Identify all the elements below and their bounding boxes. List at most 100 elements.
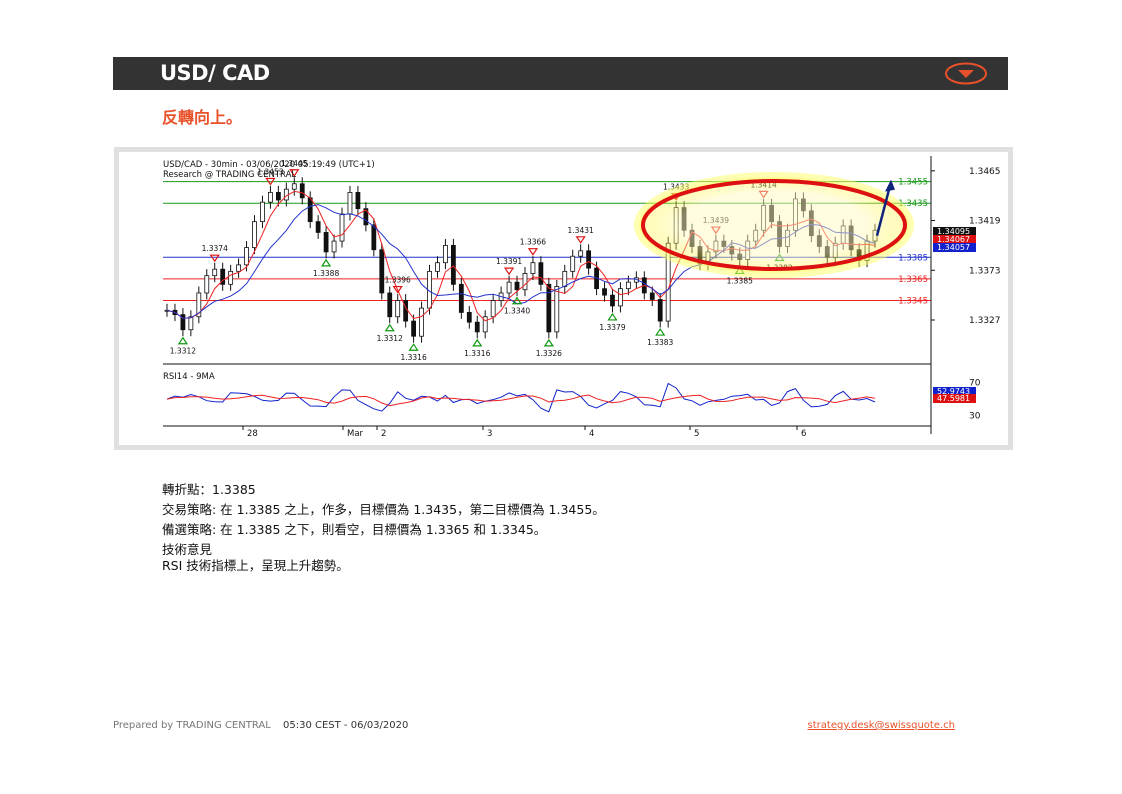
candle-body bbox=[490, 300, 496, 318]
candle-body bbox=[244, 247, 249, 266]
candle-body bbox=[618, 288, 623, 307]
alternative-strategy-text: 備選策略: 在 1.3385 之下，則看空，目標價為 1.3365 和 1.33… bbox=[162, 522, 547, 537]
candle-body bbox=[514, 281, 520, 291]
level-label: 1.3385 bbox=[898, 253, 928, 263]
swing-label: 1.3340 bbox=[504, 307, 530, 316]
level-label: 1.3455 bbox=[898, 178, 928, 188]
level-label: 1.3345 bbox=[898, 297, 928, 307]
candle-body bbox=[538, 262, 544, 285]
swing-label: 1.3312 bbox=[170, 347, 196, 356]
candle-body bbox=[602, 288, 607, 296]
candle-body bbox=[419, 307, 424, 337]
candle-body bbox=[355, 192, 361, 210]
pivot-text: 轉折點：1.3385 bbox=[162, 482, 256, 497]
rsi-level-label: 30 bbox=[969, 412, 981, 422]
swing-label: 1.3316 bbox=[400, 353, 426, 362]
candle-body bbox=[458, 283, 464, 313]
header-bar: USD/ CAD bbox=[113, 57, 1008, 90]
technical-heading: 技術意見 bbox=[162, 542, 213, 557]
chart-title: USD/CAD - 30min - 03/06/2020 05:19:49 (U… bbox=[163, 160, 375, 170]
prepared-by: Prepared by TRADING CENTRAL bbox=[113, 720, 271, 731]
timestamp: 05:30 CEST - 06/03/2020 bbox=[283, 720, 409, 731]
swing-label: 1.3379 bbox=[599, 323, 625, 332]
swing-label: 1.3312 bbox=[377, 334, 403, 343]
swing-low-marker bbox=[384, 323, 395, 332]
candle-body bbox=[371, 224, 377, 251]
candle-body bbox=[323, 232, 329, 253]
rsi-ma-line bbox=[166, 394, 876, 407]
candle-body bbox=[347, 192, 353, 215]
candle-body bbox=[291, 183, 297, 190]
y-tick-label: 1.3419 bbox=[969, 217, 1001, 227]
swing-label: 1.3374 bbox=[202, 244, 228, 253]
swing-label: 1.3396 bbox=[385, 276, 411, 285]
candle-body bbox=[530, 262, 536, 274]
candle-body bbox=[236, 264, 241, 272]
swing-low-marker bbox=[408, 343, 419, 351]
swing-label: 1.3366 bbox=[520, 238, 546, 247]
chart-frame: 1.3455 1.3435 1.3385 1.3365 1.3345 1.3312 1.3… bbox=[114, 147, 1013, 450]
candle-body bbox=[578, 250, 584, 257]
candle-body bbox=[562, 270, 568, 287]
candle-body bbox=[474, 321, 480, 333]
swing-label: 1.3326 bbox=[536, 349, 562, 358]
candle-body bbox=[307, 197, 313, 223]
x-tick-label: 5 bbox=[694, 429, 699, 439]
candle-body bbox=[252, 221, 257, 248]
candle-body bbox=[228, 270, 234, 285]
candle-body bbox=[339, 213, 345, 242]
chart-panel: 1.3455 1.3435 1.3385 1.3365 1.3345 1.3312 1.3… bbox=[119, 152, 1008, 445]
y-tick-label: 1.3465 bbox=[969, 167, 1001, 177]
rsi-tag-label: 47.5981 bbox=[937, 394, 970, 403]
swing-low-marker bbox=[320, 258, 332, 267]
y-tick-label: 1.3373 bbox=[969, 266, 1001, 276]
swing-high-marker bbox=[527, 248, 539, 256]
candle-body bbox=[554, 286, 560, 333]
candle-body bbox=[204, 275, 210, 294]
chart-source: Research @ TRADING CENTRAL bbox=[163, 170, 296, 180]
candle-body bbox=[610, 294, 615, 307]
subtitle: 反轉向上。 bbox=[162, 108, 243, 127]
rsi-label: RSI14 - 9MA bbox=[163, 372, 215, 382]
price-chart: 1.34551.34351.33851.33651.3345 1.33121.3… bbox=[163, 156, 1001, 439]
technical-comment: RSI 技術指標上，呈現上升趨勢。 bbox=[162, 558, 349, 573]
candle-body bbox=[260, 201, 265, 223]
candle-body bbox=[546, 283, 552, 333]
candle-body bbox=[395, 300, 401, 318]
email-link[interactable]: strategy.desk@swissquote.ch bbox=[808, 720, 955, 731]
swing-label: 1.3385 bbox=[727, 276, 753, 285]
candle-body bbox=[570, 255, 576, 272]
swing-high-marker bbox=[575, 236, 586, 244]
candle-body bbox=[275, 192, 281, 201]
level-label: 1.3365 bbox=[898, 275, 928, 285]
swing-label: 1.3431 bbox=[568, 226, 594, 235]
swing-low-marker bbox=[177, 336, 189, 345]
candle-body bbox=[315, 221, 321, 233]
price-tag-label: 1.34057 bbox=[937, 243, 970, 252]
candle-body bbox=[411, 320, 417, 337]
candle-body bbox=[379, 249, 385, 294]
candle-body bbox=[506, 281, 512, 294]
candle-body bbox=[435, 262, 440, 272]
x-tick-label: Mar bbox=[347, 429, 364, 439]
swing-low-marker bbox=[543, 338, 554, 347]
chevron-down-circle-icon[interactable] bbox=[944, 62, 988, 85]
footer: Prepared by TRADING CENTRAL 05:30 CEST -… bbox=[113, 720, 1008, 734]
x-tick-label: 28 bbox=[247, 429, 258, 439]
swing-low-marker bbox=[472, 338, 483, 347]
swing-low-marker bbox=[655, 327, 666, 336]
swing-label: 1.3391 bbox=[496, 257, 522, 266]
candle-body bbox=[387, 292, 393, 318]
analysis-block: 轉折點：1.3385 交易策略: 在 1.3385 之上，作多，目標價為 1.3… bbox=[162, 480, 605, 574]
candle-body bbox=[649, 292, 655, 300]
candle-body bbox=[299, 183, 305, 199]
swing-high-marker bbox=[209, 254, 220, 263]
swing-label: 1.3383 bbox=[647, 338, 673, 347]
candle-body bbox=[450, 245, 456, 285]
candle-body bbox=[331, 240, 337, 253]
candle-body bbox=[466, 312, 472, 323]
page-title: USD/ CAD bbox=[160, 61, 270, 85]
x-tick-label: 3 bbox=[487, 429, 492, 439]
swing-label: 1.3388 bbox=[313, 269, 339, 278]
candle-body bbox=[586, 250, 592, 269]
